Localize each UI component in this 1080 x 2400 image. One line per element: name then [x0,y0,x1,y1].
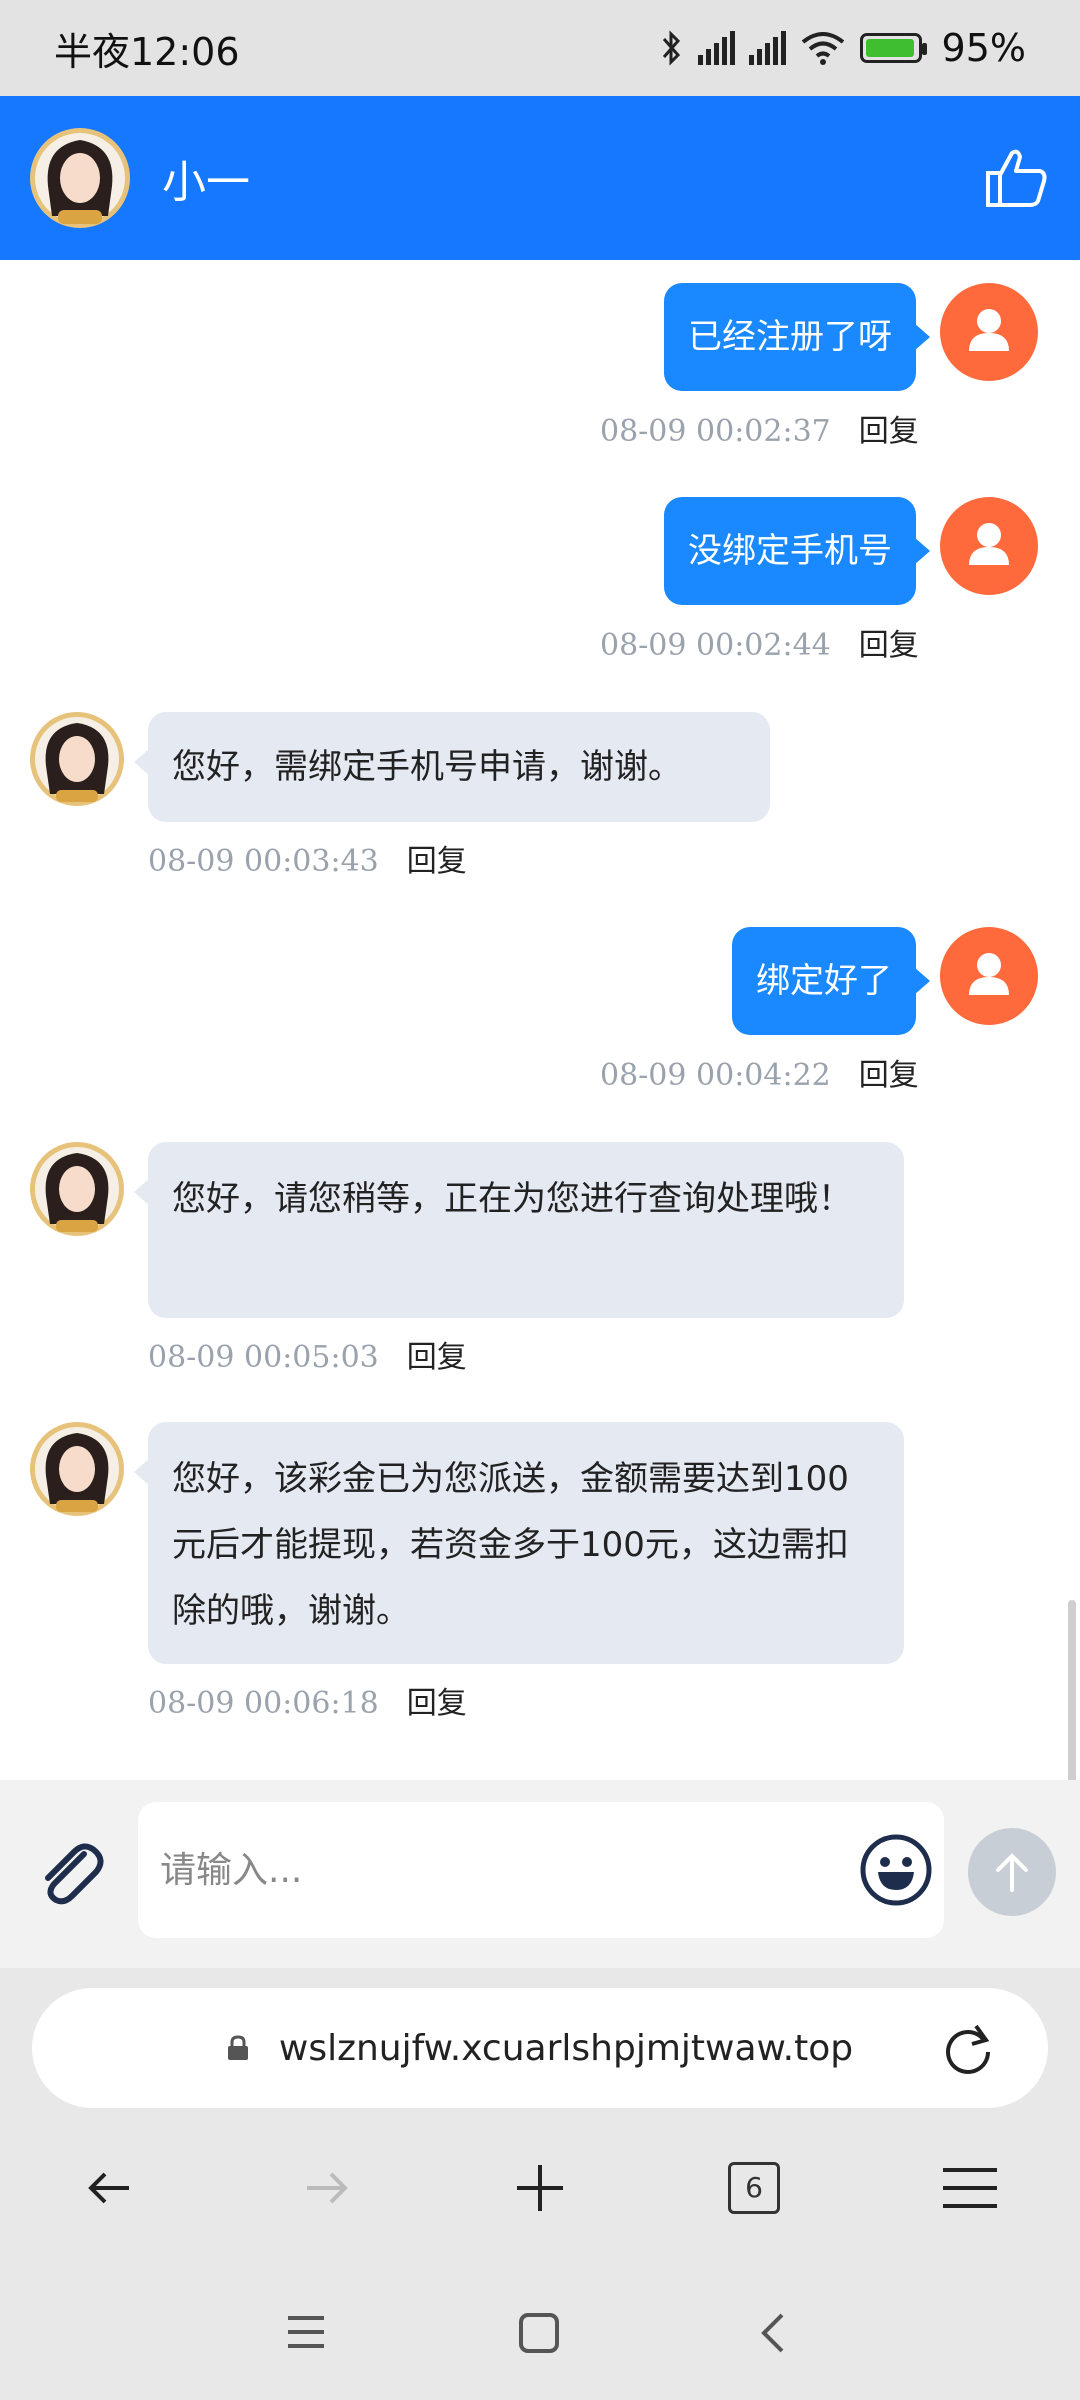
message-meta: 08-09 00:03:43 回复 [148,836,467,880]
lock-icon [227,2035,248,2060]
home-icon[interactable] [518,2312,560,2354]
agent-message-bubble: 您好，该彩金已为您派送，金额需要达到100元后才能提现，若资金多于100元，这边… [134,1422,904,1664]
message-timestamp: 08-09 00:02:44 [600,628,831,663]
arrow-up-icon [996,1853,1028,1892]
browser-toolbar: wslznujfw.xcuarlshpjmjtwaw.top 6 [0,1968,1080,2400]
message-timestamp: 08-09 00:04:22 [600,1058,831,1093]
thumbs-up-icon[interactable] [982,143,1052,213]
browser-nav-row: 6 [0,2138,1080,2238]
agent-avatar [30,712,124,806]
agent-avatar [30,1142,124,1236]
person-icon [969,523,1009,565]
arrow-right-icon [307,2172,348,2204]
reply-link[interactable]: 回复 [859,628,919,663]
status-icons: 95% [660,26,1026,70]
message-input[interactable] [158,1848,802,1892]
reply-link[interactable]: 回复 [859,414,919,449]
forward-button[interactable] [276,2138,376,2238]
message-input-bar [0,1780,1080,1968]
agent-message-bubble: 您好，请您稍等，正在为您进行查询处理哦！ [134,1142,904,1318]
chat-messages[interactable]: 已经注册了呀 08-09 00:02:37 回复 没绑定手机号 08-09 00:… [0,260,1080,2040]
back-button[interactable] [60,2138,160,2238]
status-time: 半夜12:06 [54,29,240,74]
signal-icon [697,31,735,65]
chat-header: 小一 [0,96,1080,260]
tabs-button[interactable]: 6 [704,2138,804,2238]
reply-link[interactable]: 回复 [407,1340,467,1375]
chat-title: 小一 [162,157,250,208]
wifi-icon [801,32,844,65]
user-message-bubble: 没绑定手机号 [664,497,930,605]
message-meta: 08-09 00:06:18 回复 [148,1678,467,1722]
user-avatar [940,283,1038,381]
battery-level: 95% [941,26,1026,70]
user-avatar [940,497,1038,595]
message-timestamp: 08-09 00:06:18 [148,1686,379,1721]
signal-icon-2 [748,31,786,65]
recent-apps-icon[interactable] [286,2312,326,2352]
url-text: wslznujfw.xcuarlshpjmjtwaw.top [278,2027,854,2069]
emoji-icon[interactable] [858,1832,934,1908]
reload-icon[interactable] [938,2018,998,2078]
back-nav-icon[interactable] [754,2312,794,2354]
agent-message-bubble: 您好，需绑定手机号申请，谢谢。 [134,712,770,822]
menu-button[interactable] [920,2138,1020,2238]
person-icon [969,953,1009,995]
bluetooth-icon [662,30,680,66]
agent-avatar [30,1422,124,1516]
tab-count: 6 [728,2162,780,2214]
user-avatar [940,927,1038,1025]
send-button[interactable] [968,1828,1056,1916]
reply-link[interactable]: 回复 [859,1058,919,1093]
message-input-box[interactable] [138,1802,944,1938]
reply-link[interactable]: 回复 [407,1686,467,1721]
arrow-left-icon [88,2172,129,2204]
reply-link[interactable]: 回复 [407,844,467,879]
status-bar: 半夜12:06 95% [0,0,1080,96]
message-meta: 08-09 00:02:44 回复 [600,620,919,664]
system-nav-bar [0,2268,1080,2400]
message-meta: 08-09 00:02:37 回复 [600,406,919,450]
menu-icon [943,2168,997,2208]
battery-icon [859,33,927,63]
message-meta: 08-09 00:05:03 回复 [148,1332,467,1376]
new-tab-button[interactable] [490,2138,590,2238]
message-timestamp: 08-09 00:02:37 [600,414,831,449]
user-message-bubble: 已经注册了呀 [664,283,930,391]
address-bar[interactable]: wslznujfw.xcuarlshpjmjtwaw.top [32,1988,1048,2108]
person-icon [969,309,1009,351]
message-meta: 08-09 00:04:22 回复 [600,1050,919,1094]
plus-icon [517,2165,563,2211]
agent-avatar[interactable] [28,126,132,230]
user-message-bubble: 绑定好了 [732,927,930,1035]
message-timestamp: 08-09 00:03:43 [148,844,379,879]
paperclip-icon[interactable] [30,1832,110,1912]
message-timestamp: 08-09 00:05:03 [148,1340,379,1375]
